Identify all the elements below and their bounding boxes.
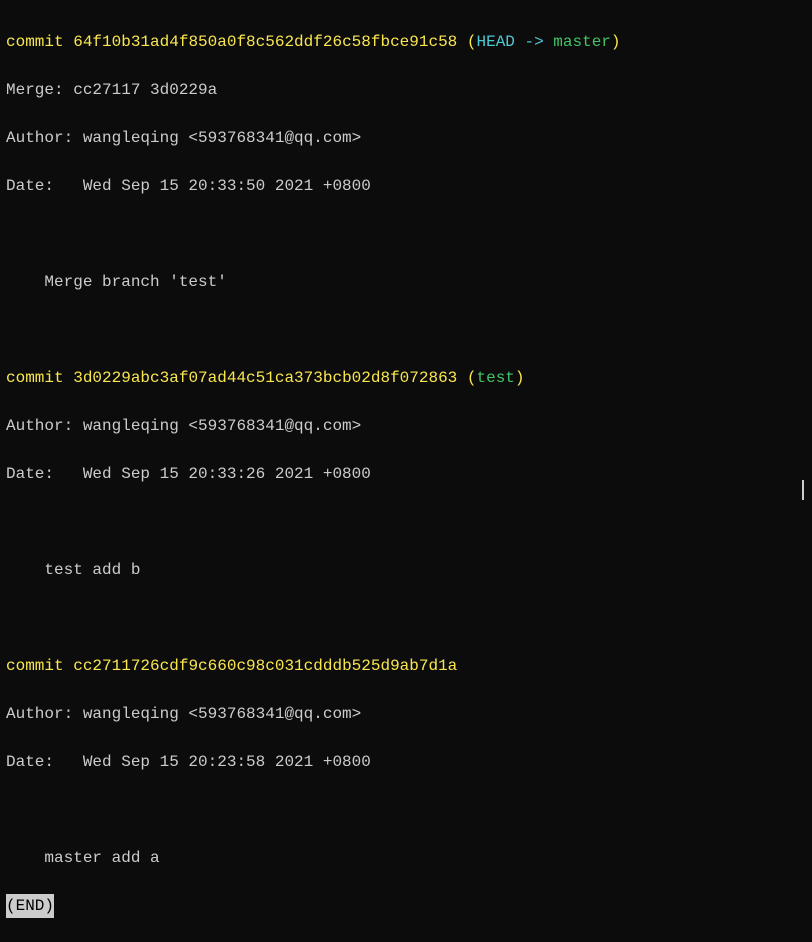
commit-message: test add b (6, 558, 806, 582)
commit-line: commit 3d0229abc3af07ad44c51ca373bcb02d8… (6, 366, 806, 390)
ref-close: ) (515, 369, 525, 387)
merge-line: Merge: cc27117 3d0229a (6, 78, 806, 102)
end-line: (END) (6, 894, 806, 918)
date-line: Date: Wed Sep 15 20:23:58 2021 +0800 (6, 750, 806, 774)
git-log-output[interactable]: commit 64f10b31ad4f850a0f8c562ddf26c58fb… (6, 6, 806, 942)
blank-line (6, 798, 806, 822)
branch-ref: master (553, 33, 611, 51)
author-line: Author: wangleqing <593768341@qq.com> (6, 126, 806, 150)
commit-hash: 64f10b31ad4f850a0f8c562ddf26c58fbce91c58 (73, 33, 457, 51)
blank-line (6, 606, 806, 630)
date-line: Date: Wed Sep 15 20:33:26 2021 +0800 (6, 462, 806, 486)
commit-label: commit (6, 369, 73, 387)
commit-line: commit 64f10b31ad4f850a0f8c562ddf26c58fb… (6, 30, 806, 54)
cursor-indicator (802, 480, 804, 500)
ref-open: ( (457, 369, 476, 387)
commit-message: master add a (6, 846, 806, 870)
ref-open: ( (457, 33, 476, 51)
ref-close: ) (611, 33, 621, 51)
blank-line (6, 222, 806, 246)
commit-label: commit (6, 33, 73, 51)
commit-line: commit cc2711726cdf9c660c98c031cdddb525d… (6, 654, 806, 678)
commit-hash: cc2711726cdf9c660c98c031cdddb525d9ab7d1a (73, 657, 457, 675)
author-line: Author: wangleqing <593768341@qq.com> (6, 414, 806, 438)
head-ref: HEAD -> (476, 33, 553, 51)
date-line: Date: Wed Sep 15 20:33:50 2021 +0800 (6, 174, 806, 198)
blank-line (6, 318, 806, 342)
author-line: Author: wangleqing <593768341@qq.com> (6, 702, 806, 726)
commit-message: Merge branch 'test' (6, 270, 806, 294)
commit-hash: 3d0229abc3af07ad44c51ca373bcb02d8f072863 (73, 369, 457, 387)
pager-end-marker: (END) (6, 894, 54, 918)
commit-label: commit (6, 657, 73, 675)
blank-line (6, 510, 806, 534)
branch-ref: test (476, 369, 514, 387)
